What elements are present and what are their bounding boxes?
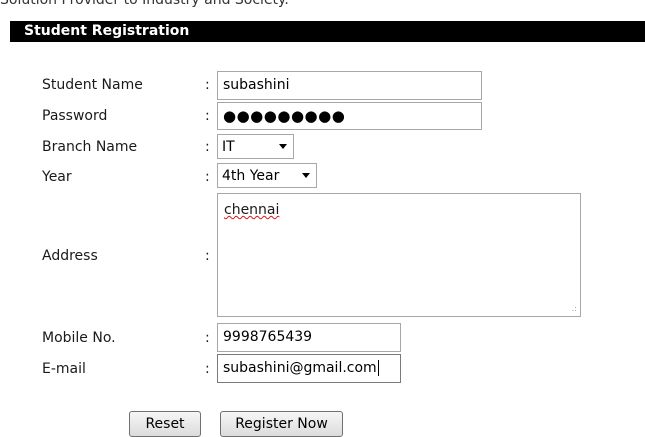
email-value: subashini@gmail.com [223,360,379,376]
chevron-down-icon [279,144,287,149]
resize-grip-icon[interactable]: .: [572,305,577,313]
reset-button[interactable]: Reset [129,411,201,437]
email-input[interactable]: subashini@gmail.com [217,354,401,383]
mobile-label: Mobile No. [42,330,116,346]
year-select[interactable]: 4th Year [217,163,317,188]
year-selected-value: 4th Year [222,168,280,184]
password-input[interactable]: ●●●●●●●●● [217,102,482,130]
branch-select[interactable]: IT [217,134,294,159]
clipped-tagline: Solution Provider to Industry and Societ… [0,0,289,8]
register-now-button[interactable]: Register Now [220,411,343,437]
address-textarea[interactable]: chennai .: [217,193,581,317]
mobile-input[interactable]: 9998765439 [217,323,401,352]
colon: : [205,248,210,264]
colon: : [205,139,210,155]
colon: : [205,108,210,124]
password-label: Password [42,108,108,124]
student-name-label: Student Name [42,77,143,93]
address-value: chennai [224,202,280,218]
email-label: E-mail [42,361,86,377]
branch-selected-value: IT [222,139,235,155]
student-name-input[interactable]: subashini [217,71,482,100]
colon: : [205,77,210,93]
form-header: Student Registration [10,21,645,42]
form-title: Student Registration [24,23,190,39]
colon: : [205,361,210,377]
branch-name-label: Branch Name [42,139,138,155]
year-label: Year [42,169,72,185]
chevron-down-icon [302,173,310,178]
address-label: Address [42,248,98,264]
colon: : [205,330,210,346]
colon: : [205,169,210,185]
